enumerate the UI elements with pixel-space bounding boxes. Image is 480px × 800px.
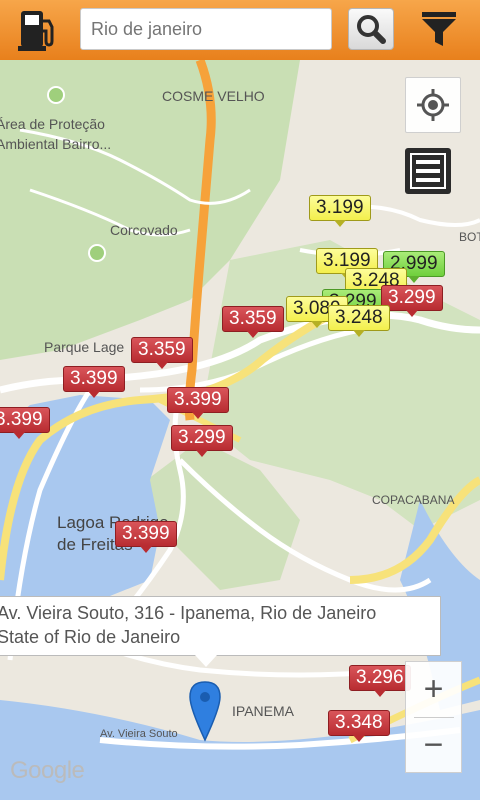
map-label-corcovado: Corcovado [110, 222, 178, 238]
zoom-in-button[interactable]: + [406, 662, 461, 717]
top-bar [0, 0, 480, 60]
search-field[interactable] [80, 8, 332, 50]
price-marker[interactable]: 3.399 [0, 407, 50, 439]
filter-button[interactable] [418, 10, 460, 48]
price-marker[interactable]: 3.359 [131, 337, 193, 369]
price-marker[interactable]: 3.296 [349, 665, 411, 697]
search-button[interactable] [348, 8, 394, 50]
fuel-pump-icon[interactable] [18, 9, 58, 51]
map-label-parque-lage: Parque Lage [44, 339, 125, 355]
price-marker[interactable]: 3.299 [171, 425, 233, 457]
map-label-av-vieira-souto: Av. Vieira Souto [100, 728, 178, 740]
list-view-button[interactable] [405, 148, 451, 194]
price-marker[interactable]: 3.248 [328, 305, 390, 337]
list-view-icon [410, 153, 446, 189]
map-canvas[interactable]: COSME VELHO Área de Proteção Ambiental B… [0, 60, 480, 800]
zoom-out-button[interactable]: − [406, 718, 461, 773]
search-input[interactable] [81, 9, 331, 49]
zoom-controls: + − [405, 661, 462, 773]
magnifier-icon [357, 15, 386, 44]
google-attribution: Google [10, 757, 85, 784]
info-window-address: Av. Vieira Souto, 316 - Ipanema, Rio de … [0, 603, 377, 623]
funnel-icon [422, 12, 456, 46]
map-label-protecao: Área de Proteção Ambiental Bairro... [0, 116, 112, 152]
price-marker[interactable]: 3.399 [115, 521, 177, 553]
map-label-copacabana: COPACABANA [372, 493, 455, 507]
map-label-bot: BOT [459, 230, 480, 244]
price-marker[interactable]: 3.299 [381, 285, 443, 317]
location-marker-icon[interactable] [188, 680, 222, 742]
info-window-state: State of Rio de Janeiro [0, 627, 181, 647]
price-marker[interactable]: 3.359 [222, 306, 284, 338]
price-marker[interactable]: 3.399 [63, 366, 125, 398]
my-location-icon [417, 89, 449, 121]
my-location-button[interactable] [405, 77, 461, 133]
map-label-cosme-velho: COSME VELHO [162, 88, 265, 104]
price-marker[interactable]: 3.348 [328, 710, 390, 742]
map-label-ipanema: IPANEMA [232, 703, 294, 719]
price-marker[interactable]: 3.399 [167, 387, 229, 419]
price-marker[interactable]: 3.199 [309, 195, 371, 227]
info-window[interactable]: Av. Vieira Souto, 316 - Ipanema, Rio de … [0, 596, 441, 667]
